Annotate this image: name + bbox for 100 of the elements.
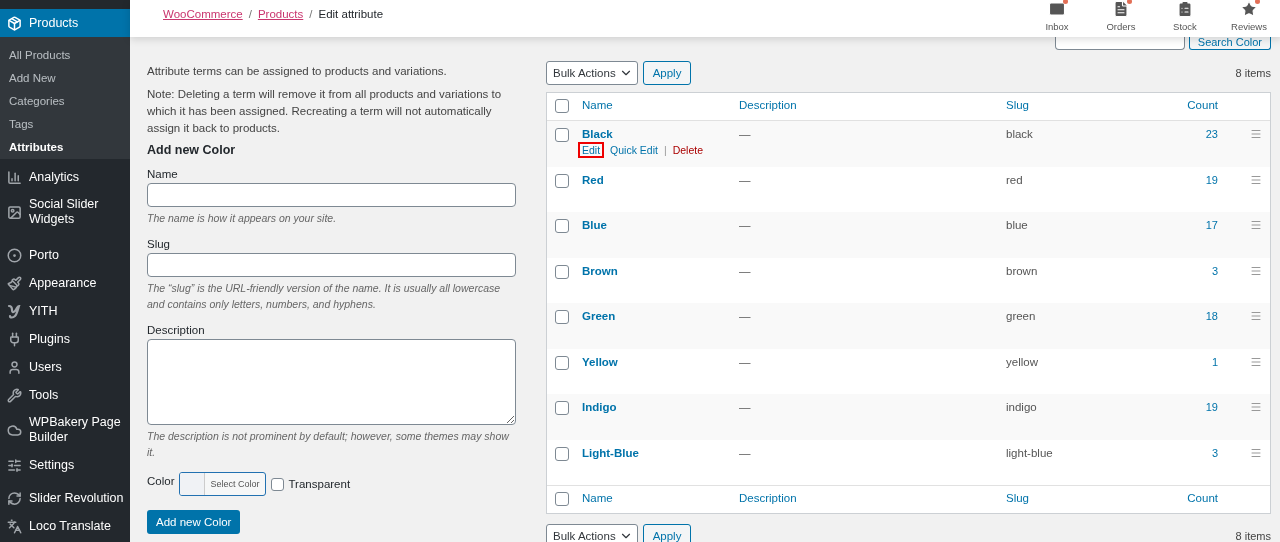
- count-link[interactable]: 3: [1162, 264, 1218, 277]
- submenu-item[interactable]: Tags: [0, 113, 130, 136]
- sidebar-item[interactable]: Porto: [0, 241, 130, 269]
- count-link[interactable]: 19: [1162, 401, 1218, 413]
- checkbox[interactable]: [270, 477, 284, 491]
- image-icon: [6, 204, 22, 220]
- column-header[interactable]: Count: [1162, 492, 1218, 504]
- checkbox[interactable]: [555, 401, 569, 415]
- table-cell-text: green: [1006, 310, 1037, 322]
- drag-handle-icon[interactable]: [1250, 310, 1262, 322]
- count-link[interactable]: 17: [1162, 219, 1218, 231]
- sidebar-item[interactable]: Tools: [0, 381, 130, 409]
- activity-button[interactable]: Stock: [1153, 0, 1217, 37]
- sidebar-item[interactable]: Social Slider Widgets: [0, 191, 130, 233]
- activity-button[interactable]: Reviews: [1217, 0, 1280, 37]
- count-link[interactable]: 19: [1162, 173, 1218, 186]
- checkbox-label: Transparent: [288, 478, 351, 490]
- checkbox[interactable]: [555, 128, 569, 142]
- search-field[interactable]: [1054, 37, 1185, 50]
- column-header[interactable]: Name: [582, 492, 739, 504]
- color-picker[interactable]: Select Color: [179, 472, 266, 496]
- column-header[interactable]: Slug: [1006, 99, 1162, 111]
- breadcrumb-separator: /: [248, 8, 252, 22]
- checkbox[interactable]: [555, 355, 569, 370]
- drag-handle-icon[interactable]: [1250, 264, 1262, 277]
- column-header[interactable]: Description: [739, 492, 1006, 504]
- sidebar-item[interactable]: Appearance: [0, 269, 130, 297]
- sidebar-item[interactable]: Loco Translate: [0, 512, 130, 540]
- term-link[interactable]: Black: [582, 128, 739, 140]
- term-link[interactable]: Yellow: [582, 355, 739, 368]
- add-button[interactable]: Add new Color: [147, 510, 241, 534]
- drag-handle-icon[interactable]: [1250, 446, 1262, 459]
- table-cell-text: —: [739, 310, 752, 322]
- field-label: Description: [147, 324, 206, 336]
- bulk-actions-select[interactable]: Bulk Actions: [546, 61, 638, 85]
- term-link[interactable]: Light-Blue: [582, 446, 739, 459]
- sidebar-item[interactable]: YITH: [0, 297, 130, 325]
- column-header[interactable]: Slug: [1006, 492, 1162, 504]
- table-cell-text: —: [739, 401, 752, 413]
- apply-button[interactable]: Apply: [642, 524, 692, 542]
- submenu-item[interactable]: Add New: [0, 67, 130, 90]
- sidebar-item[interactable]: Analytics: [0, 163, 130, 191]
- activity-button[interactable]: Inbox: [1025, 0, 1089, 37]
- term-link[interactable]: Blue: [582, 219, 739, 231]
- table-cell-text: light-blue: [1006, 446, 1054, 459]
- input-field[interactable]: [147, 183, 516, 207]
- table-cell-text: blue: [1006, 219, 1029, 231]
- sidebar-item[interactable]: WPBakery Page Builder: [0, 409, 130, 451]
- input-field[interactable]: [147, 253, 516, 277]
- description-field[interactable]: [147, 339, 516, 425]
- breadcrumb-link[interactable]: WooCommerce: [163, 8, 243, 37]
- sidebar-item[interactable]: Users: [0, 353, 130, 381]
- checkbox[interactable]: [555, 219, 569, 233]
- checkbox[interactable]: [555, 99, 569, 113]
- checkbox[interactable]: [555, 310, 569, 324]
- sidebar-item[interactable]: Plugins: [0, 325, 130, 353]
- delete-link[interactable]: Delete: [668, 142, 708, 158]
- table-cell-text: —: [739, 173, 752, 186]
- drag-handle-icon[interactable]: [1250, 173, 1262, 186]
- submenu-item[interactable]: All Products: [0, 44, 130, 67]
- curl-icon: [7, 303, 21, 319]
- submenu-item[interactable]: Categories: [0, 90, 130, 113]
- bar-chart-icon: [6, 169, 22, 185]
- drag-handle-icon[interactable]: [1250, 401, 1262, 413]
- breadcrumb-link[interactable]: Products: [257, 8, 304, 37]
- checkbox[interactable]: [555, 173, 569, 188]
- action-link[interactable]: Quick Edit: [606, 142, 662, 158]
- table-cell-text: yellow: [1006, 355, 1039, 368]
- drag-handle-icon[interactable]: [1250, 128, 1262, 140]
- checkbox[interactable]: [555, 446, 569, 461]
- count-link[interactable]: 23: [1162, 128, 1218, 140]
- column-header[interactable]: Name: [582, 99, 739, 111]
- column-header[interactable]: Description: [739, 99, 1006, 111]
- table-cell-text: —: [739, 264, 752, 277]
- term-link[interactable]: Red: [582, 173, 739, 186]
- bulk-actions-select[interactable]: Bulk Actions: [546, 524, 638, 542]
- drag-handle-icon[interactable]: [1250, 355, 1262, 368]
- sidebar-item[interactable]: Settings: [0, 451, 130, 479]
- target-icon: [6, 247, 22, 263]
- submenu-item[interactable]: Attributes: [0, 136, 130, 159]
- term-link[interactable]: Green: [582, 310, 739, 322]
- field-label: Name: [147, 168, 179, 180]
- sidebar-item[interactable]: Slider Revolution: [0, 484, 130, 512]
- search-button[interactable]: Search Color: [1188, 37, 1271, 50]
- sidebar-item[interactable]: Products: [0, 9, 130, 37]
- activity-button[interactable]: Orders: [1089, 0, 1153, 37]
- table-cell-text: —: [739, 355, 752, 368]
- column-header[interactable]: Count: [1162, 99, 1218, 111]
- apply-button[interactable]: Apply: [642, 61, 692, 85]
- term-link[interactable]: Indigo: [582, 401, 739, 413]
- count-link[interactable]: 3: [1162, 446, 1218, 459]
- checkbox[interactable]: [555, 264, 569, 279]
- cloud-icon: [6, 422, 22, 438]
- drag-handle-icon[interactable]: [1250, 219, 1262, 231]
- intro-text: Attribute terms can be assigned to products and variations.: [147, 64, 448, 79]
- term-link[interactable]: Brown: [582, 264, 739, 277]
- checkbox[interactable]: [555, 492, 569, 506]
- count-link[interactable]: 18: [1162, 310, 1218, 322]
- action-link[interactable]: Edit: [578, 142, 605, 158]
- count-link[interactable]: 1: [1162, 355, 1218, 368]
